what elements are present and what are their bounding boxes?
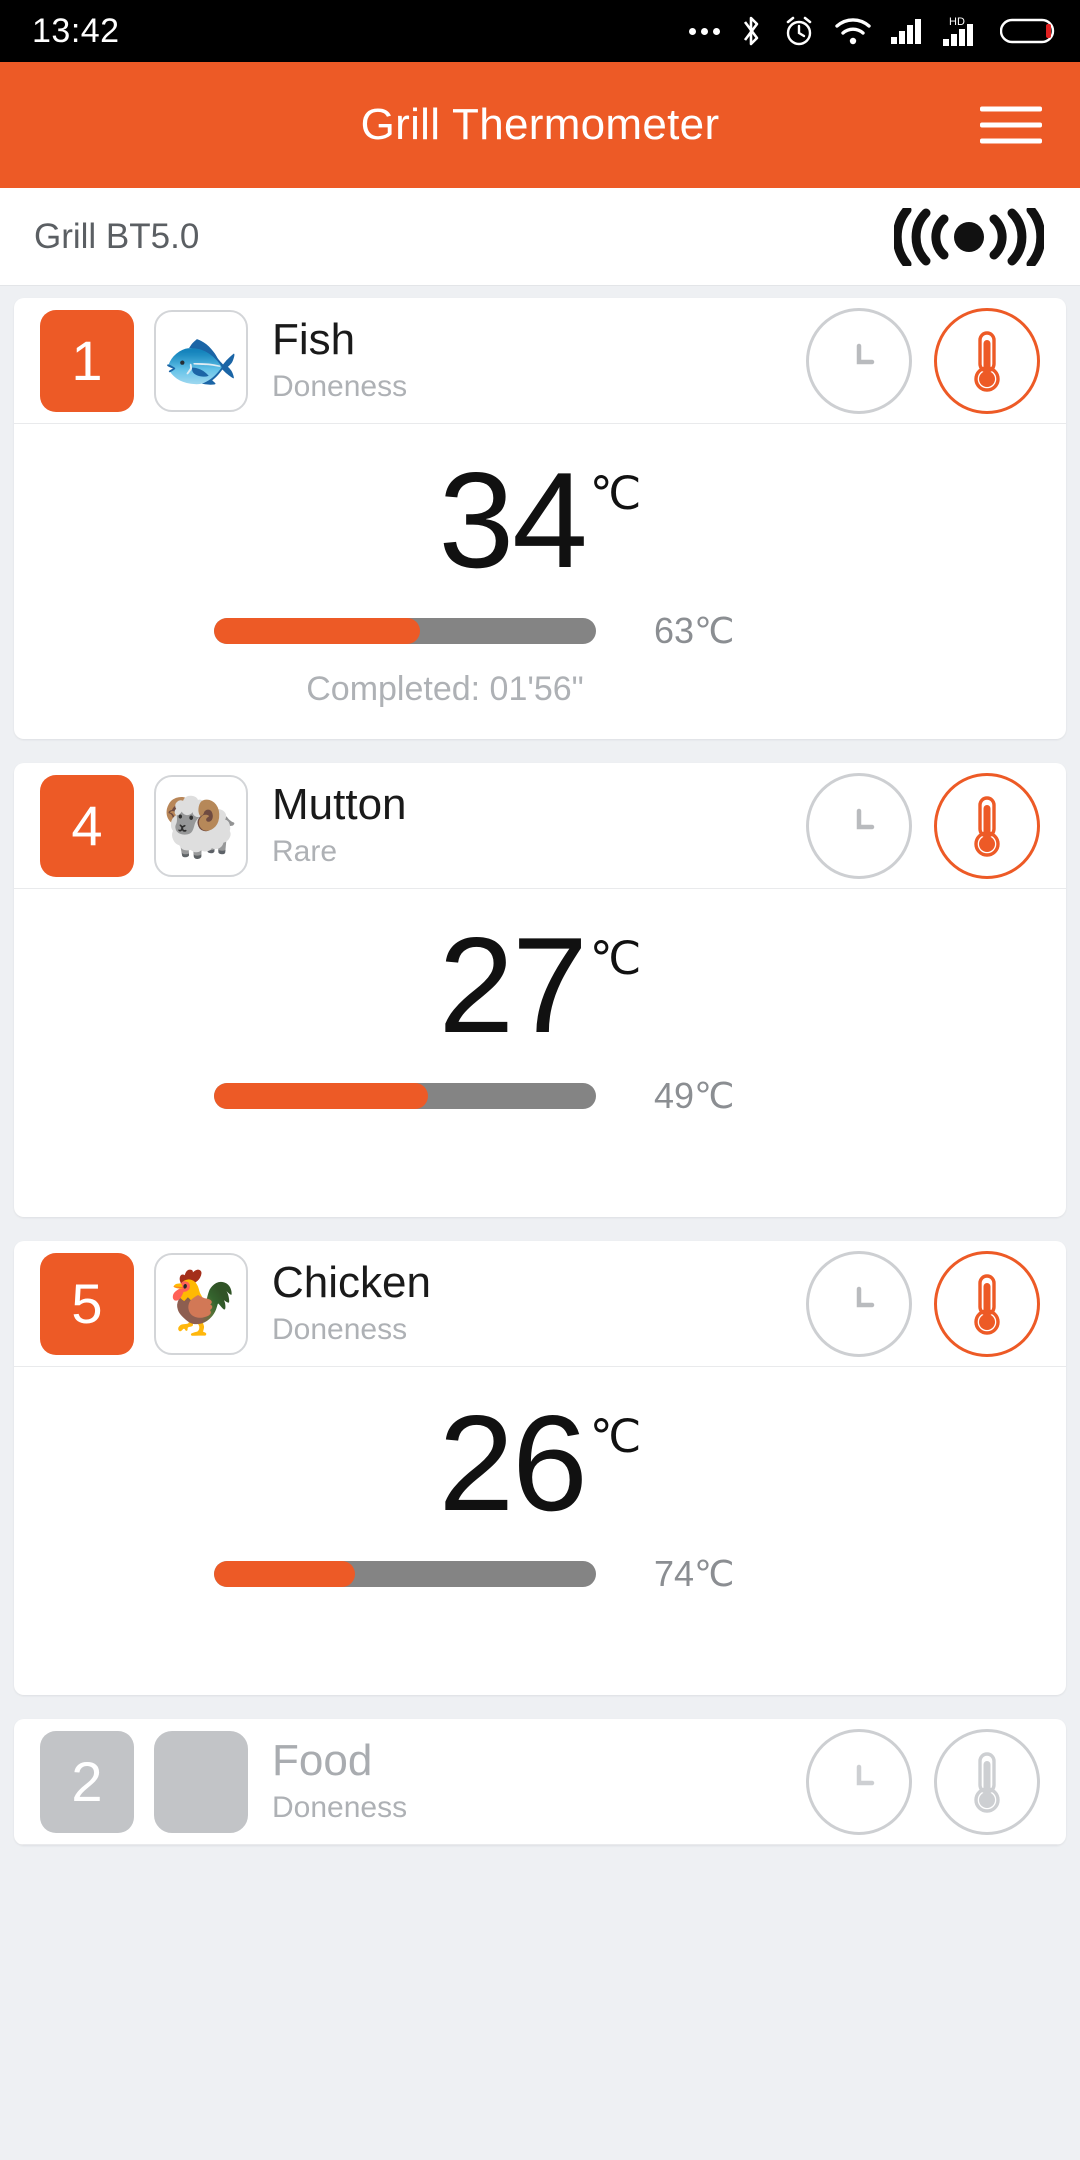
clock-icon[interactable] xyxy=(806,1728,912,1835)
probe-card-body: 34 ℃ 63℃ Completed: 01'56" xyxy=(14,424,1066,739)
temperature-unit: ℃ xyxy=(589,1410,642,1462)
probe-card[interactable]: 1 🐟 Fish Doneness 34 ℃ 63℃ Completed: 01… xyxy=(14,298,1066,739)
probe-number-badge: 4 xyxy=(40,774,134,877)
probe-card[interactable]: 5 🐓 Chicken Doneness 26 ℃ 74℃ xyxy=(14,1241,1066,1695)
current-temperature-value: 34 xyxy=(438,444,588,596)
cook-progress-fill xyxy=(214,1561,356,1587)
probe-actions xyxy=(806,1250,1040,1357)
probe-titles: Chicken Doneness xyxy=(272,1260,806,1346)
device-name: Grill BT5.0 xyxy=(34,216,200,256)
current-temperature: 34 ℃ xyxy=(14,452,1066,602)
card-spacer xyxy=(14,1117,1066,1187)
probe-card-header[interactable]: 2 Food Doneness xyxy=(14,1719,1066,1845)
current-temperature-value: 27 xyxy=(438,909,588,1061)
thermometer-icon[interactable] xyxy=(934,1728,1040,1835)
probe-food-name: Chicken xyxy=(272,1258,431,1308)
probe-titles: Fish Doneness xyxy=(272,317,806,403)
cellular-signal-icon xyxy=(890,17,924,45)
status-bar: 13:42 HD xyxy=(0,0,1080,62)
cook-progress-bar xyxy=(214,1083,596,1109)
temperature-unit: ℃ xyxy=(589,467,642,519)
thermometer-icon[interactable] xyxy=(934,1250,1040,1357)
probe-card-inactive[interactable]: 2 Food Doneness xyxy=(14,1719,1066,1845)
device-row[interactable]: Grill BT5.0 xyxy=(0,188,1080,286)
probe-titles: Food Doneness xyxy=(272,1738,806,1824)
cook-progress-bar xyxy=(214,1561,596,1587)
probe-food-name: Mutton xyxy=(272,780,407,830)
cook-progress-fill xyxy=(214,618,421,644)
target-temperature: 74℃ xyxy=(654,1553,735,1594)
probe-card[interactable]: 4 🐏 Mutton Rare 27 ℃ 49℃ xyxy=(14,763,1066,1217)
progress-row: 63℃ xyxy=(14,610,1066,652)
wifi-icon xyxy=(834,16,872,46)
status-bar-clock: 13:42 xyxy=(32,11,120,50)
battery-icon xyxy=(1000,17,1056,45)
probe-food-name: Food xyxy=(272,1736,373,1786)
probe-list: 1 🐟 Fish Doneness 34 ℃ 63℃ Completed: 01… xyxy=(0,286,1080,1845)
status-bar-icons: HD xyxy=(689,14,1056,48)
temperature-unit: ℃ xyxy=(589,932,642,984)
hd-signal-icon: HD xyxy=(942,15,982,47)
fish-icon[interactable]: 🐟 xyxy=(154,309,248,412)
probe-actions xyxy=(806,1728,1040,1835)
bluetooth-icon xyxy=(738,14,764,48)
empty-food-icon[interactable] xyxy=(154,1730,248,1833)
target-temperature: 49℃ xyxy=(654,1075,735,1116)
probe-doneness: Rare xyxy=(272,834,338,868)
thermometer-icon[interactable] xyxy=(934,772,1040,879)
probe-actions xyxy=(806,307,1040,414)
svg-text:HD: HD xyxy=(949,16,965,28)
probe-doneness: Doneness xyxy=(272,1790,408,1824)
clock-icon[interactable] xyxy=(806,1250,912,1357)
probe-card-header[interactable]: 5 🐓 Chicken Doneness xyxy=(14,1241,1066,1367)
clock-icon[interactable] xyxy=(806,772,912,879)
rooster-icon[interactable]: 🐓 xyxy=(154,1252,248,1355)
alarm-clock-icon xyxy=(782,14,816,48)
card-spacer xyxy=(14,1595,1066,1665)
current-temperature-value: 26 xyxy=(438,1387,588,1539)
probe-doneness: Doneness xyxy=(272,1312,408,1346)
clock-icon[interactable] xyxy=(806,307,912,414)
progress-row: 74℃ xyxy=(14,1553,1066,1595)
current-temperature: 27 ℃ xyxy=(14,917,1066,1067)
completed-time: Completed: 01'56" xyxy=(306,670,584,708)
probe-number-badge: 5 xyxy=(40,1252,134,1355)
target-temperature: 63℃ xyxy=(654,610,735,651)
probe-number-badge: 1 xyxy=(40,309,134,412)
progress-row: 49℃ xyxy=(14,1075,1066,1117)
probe-doneness: Doneness xyxy=(272,369,408,403)
thermometer-icon[interactable] xyxy=(934,307,1040,414)
ram-icon[interactable]: 🐏 xyxy=(154,774,248,877)
probe-number-badge: 2 xyxy=(40,1730,134,1833)
app-header: Grill Thermometer xyxy=(0,62,1080,188)
more-dots-icon xyxy=(689,27,720,35)
page-title: Grill Thermometer xyxy=(360,100,720,149)
probe-card-header[interactable]: 4 🐏 Mutton Rare xyxy=(14,763,1066,889)
bluetooth-broadcast-icon[interactable] xyxy=(892,205,1046,268)
hamburger-menu-icon[interactable] xyxy=(980,106,1042,144)
cook-progress-bar xyxy=(214,618,596,644)
probe-actions xyxy=(806,772,1040,879)
probe-food-name: Fish xyxy=(272,315,356,365)
cook-progress-fill xyxy=(214,1083,428,1109)
probe-card-header[interactable]: 1 🐟 Fish Doneness xyxy=(14,298,1066,424)
current-temperature: 26 ℃ xyxy=(14,1395,1066,1545)
probe-card-body: 26 ℃ 74℃ xyxy=(14,1367,1066,1695)
probe-titles: Mutton Rare xyxy=(272,782,806,868)
probe-card-body: 27 ℃ 49℃ xyxy=(14,889,1066,1217)
